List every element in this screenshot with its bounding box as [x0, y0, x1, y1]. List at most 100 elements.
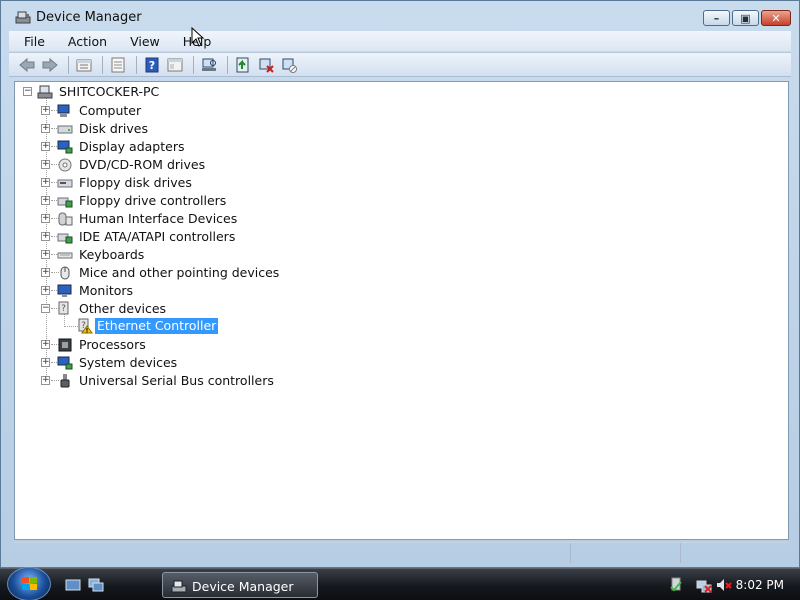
- minimize-button[interactable]: –: [703, 10, 730, 26]
- usb-icon: [60, 374, 70, 388]
- toolbar: ?: [9, 52, 791, 77]
- processor-icon: [58, 338, 72, 352]
- tree-expand-toggle[interactable]: +: [41, 376, 50, 385]
- back-button[interactable]: [17, 55, 37, 75]
- tree-expand-toggle[interactable]: +: [41, 286, 50, 295]
- tree-expand-toggle[interactable]: +: [41, 358, 50, 367]
- monitor-icon: [57, 284, 72, 297]
- show-desktop-icon[interactable]: [65, 577, 81, 593]
- status-pane-main: [14, 543, 571, 563]
- status-bar: [14, 542, 789, 564]
- tree-item-ide-ata-atapi-controllers[interactable]: IDE ATA/ATAPI controllers: [77, 229, 237, 245]
- window-title: Device Manager: [36, 10, 142, 25]
- tree-item-system-devices[interactable]: System devices: [77, 355, 179, 371]
- tree-expand-toggle[interactable]: +: [41, 214, 50, 223]
- tree-connector: [64, 326, 78, 327]
- console-tree-button[interactable]: [165, 55, 185, 75]
- tree-item-dvd-cd-rom-drives[interactable]: DVD/CD-ROM drives: [77, 157, 207, 173]
- tree-expand-toggle[interactable]: +: [41, 232, 50, 241]
- tree-item-disk-drives[interactable]: Disk drives: [77, 121, 150, 137]
- tree-expand-toggle[interactable]: +: [41, 106, 50, 115]
- toolbar-separator: [136, 55, 137, 74]
- back-icon: [19, 57, 35, 72]
- tree-item-display-adapters[interactable]: Display adapters: [77, 139, 186, 155]
- console-tree-icon: [167, 58, 183, 71]
- tree-expand-toggle[interactable]: +: [41, 160, 50, 169]
- update-driver-icon: [236, 57, 249, 72]
- tree-expand-toggle[interactable]: +: [41, 196, 50, 205]
- close-button[interactable]: ✕: [761, 10, 791, 26]
- close-icon: ✕: [771, 11, 781, 25]
- scan-hardware-icon: [202, 58, 216, 71]
- start-button[interactable]: [7, 567, 51, 600]
- scan-hardware-button[interactable]: [199, 55, 219, 75]
- hid-icon: [58, 212, 73, 226]
- status-pane-tertiary: [681, 543, 789, 563]
- dvd-drive-icon: [58, 158, 72, 172]
- tree-item-floppy-disk-drives[interactable]: Floppy disk drives: [77, 175, 194, 191]
- help-button[interactable]: ?: [142, 55, 162, 75]
- tree-expand-toggle[interactable]: +: [41, 268, 50, 277]
- tree-expand-toggle[interactable]: +: [41, 142, 50, 151]
- warning-device-icon: ?!: [78, 318, 93, 335]
- up-folder-button[interactable]: [74, 55, 94, 75]
- computer-icon: [57, 104, 70, 117]
- network-disconnected-icon[interactable]: [696, 577, 712, 593]
- device-manager-window: Device Manager – ▣ ✕ File Action View He…: [0, 0, 800, 568]
- properties-icon: [111, 57, 125, 72]
- disable-icon: [282, 58, 297, 73]
- tree-expand-toggle[interactable]: +: [41, 250, 50, 259]
- tree-item-human-interface-devices[interactable]: Human Interface Devices: [77, 211, 239, 227]
- tree-root-label[interactable]: SHITCOCKER-PC: [57, 84, 161, 100]
- menu-action[interactable]: Action: [54, 34, 116, 49]
- volume-muted-icon[interactable]: [716, 577, 732, 593]
- help-icon: ?: [145, 57, 159, 72]
- disable-button[interactable]: [279, 55, 299, 75]
- tree-item-processors[interactable]: Processors: [77, 337, 148, 353]
- maximize-icon: ▣: [740, 11, 751, 25]
- tree-expand-toggle[interactable]: +: [41, 178, 50, 187]
- tree-expand-toggle[interactable]: +: [41, 124, 50, 133]
- uninstall-button[interactable]: [256, 55, 276, 75]
- window-controls: – ▣ ✕: [703, 10, 791, 26]
- mouse-icon: [60, 266, 70, 280]
- menu-bar: File Action View Help: [9, 31, 791, 51]
- tree-item-ethernet-controller[interactable]: Ethernet Controller: [95, 318, 219, 334]
- maximize-button[interactable]: ▣: [732, 10, 759, 26]
- menu-view[interactable]: View: [116, 34, 169, 49]
- up-folder-icon: [76, 59, 92, 71]
- taskbar: Device Manager 8:02 PM: [0, 567, 800, 600]
- menu-file[interactable]: File: [9, 34, 54, 49]
- tree-item-universal-serial-bus-controllers[interactable]: Universal Serial Bus controllers: [77, 373, 276, 389]
- tree-collapse-toggle[interactable]: −: [23, 87, 32, 96]
- mouse-cursor-icon: [191, 27, 205, 47]
- toolbar-separator: [68, 55, 69, 74]
- tree-expand-toggle[interactable]: +: [41, 340, 50, 349]
- device-tree-pane[interactable]: − SHITCOCKER-PC + Computer + Disk drives + Di…: [14, 81, 789, 540]
- tree-item-floppy-drive-controllers[interactable]: Floppy drive controllers: [77, 193, 228, 209]
- computer-root-icon: [37, 85, 53, 99]
- action-center-icon[interactable]: [668, 577, 684, 593]
- forward-button[interactable]: [40, 55, 60, 75]
- tree-item-monitors[interactable]: Monitors: [77, 283, 135, 299]
- properties-button[interactable]: [108, 55, 128, 75]
- tree-item-mice-and-other-pointing-devices[interactable]: Mice and other pointing devices: [77, 265, 281, 281]
- taskbar-device-manager-button[interactable]: Device Manager: [162, 572, 318, 598]
- tree-item-computer[interactable]: Computer: [77, 103, 143, 119]
- svg-text:?: ?: [149, 59, 155, 72]
- tree-collapse-toggle[interactable]: −: [41, 304, 50, 313]
- windows-logo-icon: [22, 577, 37, 590]
- device-manager-icon: [171, 580, 187, 593]
- tree-item-other-devices[interactable]: Other devices: [77, 301, 168, 317]
- disk-drive-icon: [57, 125, 73, 134]
- system-device-icon: [57, 356, 73, 370]
- device-manager-icon: [15, 11, 31, 24]
- taskbar-button-label: Device Manager: [192, 579, 294, 594]
- svg-text:!: !: [86, 328, 89, 335]
- toolbar-separator: [193, 55, 194, 74]
- tree-item-keyboards[interactable]: Keyboards: [77, 247, 146, 263]
- switch-windows-icon[interactable]: [88, 577, 104, 593]
- title-bar[interactable]: Device Manager – ▣ ✕: [1, 1, 799, 31]
- update-driver-button[interactable]: [233, 55, 253, 75]
- ide-controller-icon: [57, 233, 73, 244]
